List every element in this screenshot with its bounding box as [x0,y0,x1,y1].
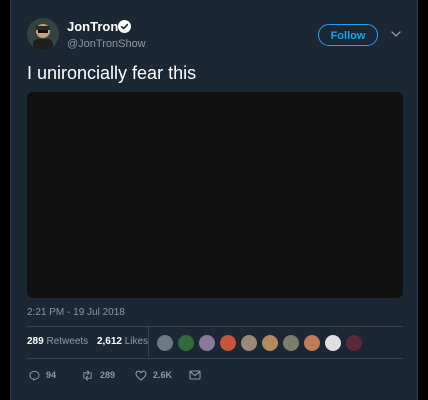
user-handle[interactable]: @JonTronShow [67,38,146,50]
liker-avatar[interactable] [282,334,300,352]
liker-avatar[interactable] [324,334,342,352]
engagement-stats: 289 Retweets 2,612 Likes [27,336,154,348]
like-count: 2.6K [153,370,173,380]
likes-count[interactable]: 2,612 [97,336,122,347]
divider [27,326,403,327]
tweet-media[interactable] [27,92,403,298]
stats-separator [148,327,149,357]
verified-badge-icon [118,20,131,33]
retweets-label[interactable]: Retweets [46,336,88,347]
liker-avatar[interactable] [156,334,174,352]
retweet-action[interactable]: 289 [81,369,115,381]
liker-avatar[interactable] [261,334,279,352]
reply-action[interactable]: 94 [29,369,56,381]
liker-avatar[interactable] [177,334,195,352]
avatar[interactable] [27,18,59,50]
reply-icon [29,370,40,381]
chevron-down-icon[interactable] [391,30,401,38]
display-name[interactable]: JonTron [67,20,118,34]
liker-avatar[interactable] [345,334,363,352]
liker-avatar[interactable] [240,334,258,352]
direct-message-action[interactable] [189,369,207,381]
divider [27,358,403,359]
liker-avatar[interactable] [219,334,237,352]
liker-avatar[interactable] [303,334,321,352]
retweet-count: 289 [100,370,116,380]
tweet-text: I unironcially fear this [27,63,197,83]
envelope-icon [189,370,201,380]
likes-label[interactable]: Likes [125,336,148,347]
retweets-count[interactable]: 289 [27,336,44,347]
heart-icon [135,370,147,381]
retweet-icon [83,369,92,381]
liker-avatars [156,334,366,352]
tweet-card: JonTron @JonTronShow Follow I unironcial… [10,0,418,400]
follow-button[interactable]: Follow [318,24,378,46]
liker-avatar[interactable] [198,334,216,352]
like-action[interactable]: 2.6K [135,369,172,381]
avatar-image [27,18,59,50]
reply-count: 94 [46,370,57,380]
tweet-timestamp[interactable]: 2:21 PM - 19 Jul 2018 [27,307,125,319]
